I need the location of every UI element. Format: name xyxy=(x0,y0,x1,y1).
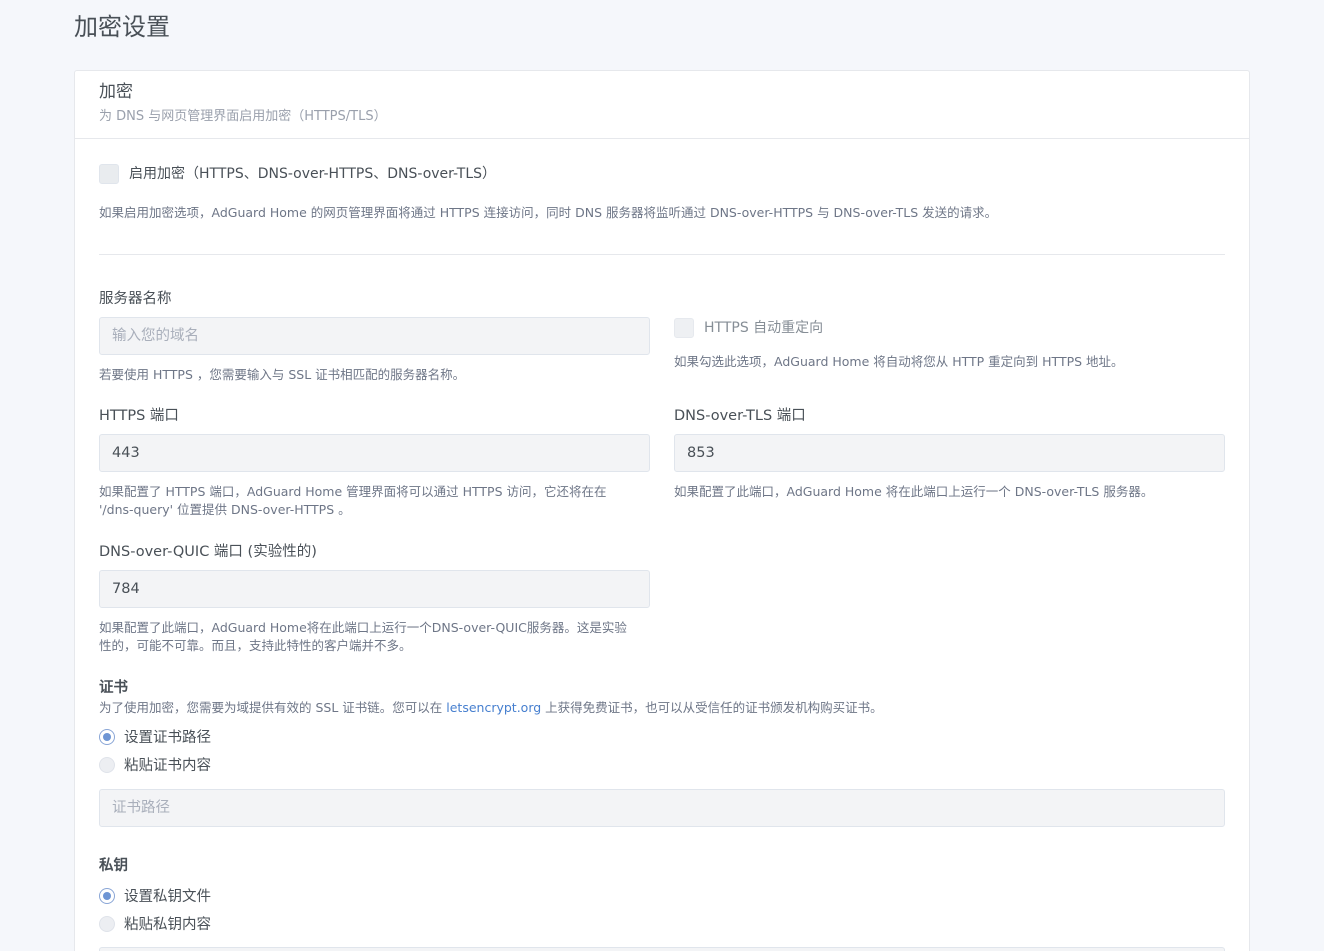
private-key-file-radio[interactable] xyxy=(99,888,115,904)
https-redirect-checkbox[interactable] xyxy=(674,318,694,338)
https-port-help-line-2: '/dns-query' 位置提供 DNS-over-HTTPS 。 xyxy=(99,502,351,517)
letsencrypt-link[interactable]: letsencrypt.org xyxy=(446,700,541,715)
doq-port-help-line-2: 性的，可能不可靠。而且，支持此特性的客户端并不多。 xyxy=(99,638,412,653)
page-root: 加密设置 加密 为 DNS 与网页管理界面启用加密（HTTPS/TLS） 启用加… xyxy=(0,0,1324,951)
https-port-help: 如果配置了 HTTPS 端口，AdGuard Home 管理界面将可以通过 HT… xyxy=(99,483,650,519)
card-header: 加密 为 DNS 与网页管理界面启用加密（HTTPS/TLS） xyxy=(75,71,1249,139)
server-name-label: 服务器名称 xyxy=(99,291,172,307)
certificate-paste-radio-label[interactable]: 粘贴证书内容 xyxy=(124,756,211,776)
doq-port-input[interactable] xyxy=(99,570,650,608)
server-name-input[interactable] xyxy=(99,317,650,355)
certificate-help-after: 上获得免费证书，也可以从受信任的证书颁发机构购买证书。 xyxy=(541,700,883,715)
certificate-paste-radio[interactable] xyxy=(99,757,115,773)
certificate-help: 为了使用加密，您需要为域提供有效的 SSL 证书链。您可以在 letsencry… xyxy=(99,699,1225,717)
certificate-path-radio[interactable] xyxy=(99,729,115,745)
https-port-input[interactable] xyxy=(99,434,650,472)
https-redirect-help: 如果勾选此选项，AdGuard Home 将自动将您从 HTTP 重定向到 HT… xyxy=(674,354,1124,369)
certificate-path-input[interactable] xyxy=(99,789,1225,827)
server-name-help: 若要使用 HTTPS ，您需要输入与 SSL 证书相匹配的服务器名称。 xyxy=(99,367,466,382)
private-key-title: 私钥 xyxy=(99,858,128,874)
card-title: 加密 xyxy=(99,82,133,102)
https-port-label: HTTPS 端口 xyxy=(99,408,179,424)
doq-port-help-line-1: 如果配置了此端口，AdGuard Home将在此端口上运行一个DNS-over-… xyxy=(99,620,627,635)
private-key-path-input[interactable] xyxy=(99,947,1225,951)
certificate-help-before: 为了使用加密，您需要为域提供有效的 SSL 证书链。您可以在 xyxy=(99,700,447,715)
dot-port-label: DNS-over-TLS 端口 xyxy=(674,408,806,424)
enable-encryption-help: 如果启用加密选项，AdGuard Home 的网页管理界面将通过 HTTPS 连… xyxy=(99,205,998,220)
enable-encryption-checkbox[interactable] xyxy=(99,164,119,184)
dot-port-help: 如果配置了此端口，AdGuard Home 将在此端口上运行一个 DNS-ove… xyxy=(674,484,1154,499)
divider xyxy=(99,254,1225,255)
dot-port-input[interactable] xyxy=(674,434,1225,472)
doq-port-help: 如果配置了此端口，AdGuard Home将在此端口上运行一个DNS-over-… xyxy=(99,619,650,655)
private-key-paste-radio[interactable] xyxy=(99,916,115,932)
certificate-title: 证书 xyxy=(99,680,128,696)
page-title: 加密设置 xyxy=(74,13,170,41)
private-key-file-radio-label[interactable]: 设置私钥文件 xyxy=(124,887,211,907)
private-key-paste-radio-label[interactable]: 粘贴私钥内容 xyxy=(124,915,211,935)
encryption-card: 加密 为 DNS 与网页管理界面启用加密（HTTPS/TLS） 启用加密（HTT… xyxy=(74,70,1250,951)
https-port-help-line-1: 如果配置了 HTTPS 端口，AdGuard Home 管理界面将可以通过 HT… xyxy=(99,484,607,499)
certificate-path-radio-label[interactable]: 设置证书路径 xyxy=(124,728,211,748)
enable-encryption-label[interactable]: 启用加密（HTTPS、DNS-over-HTTPS、DNS-over-TLS） xyxy=(129,164,496,184)
https-redirect-label[interactable]: HTTPS 自动重定向 xyxy=(704,318,823,338)
doq-port-label: DNS-over-QUIC 端口 (实验性的) xyxy=(99,544,317,560)
card-subtitle: 为 DNS 与网页管理界面启用加密（HTTPS/TLS） xyxy=(99,109,387,124)
